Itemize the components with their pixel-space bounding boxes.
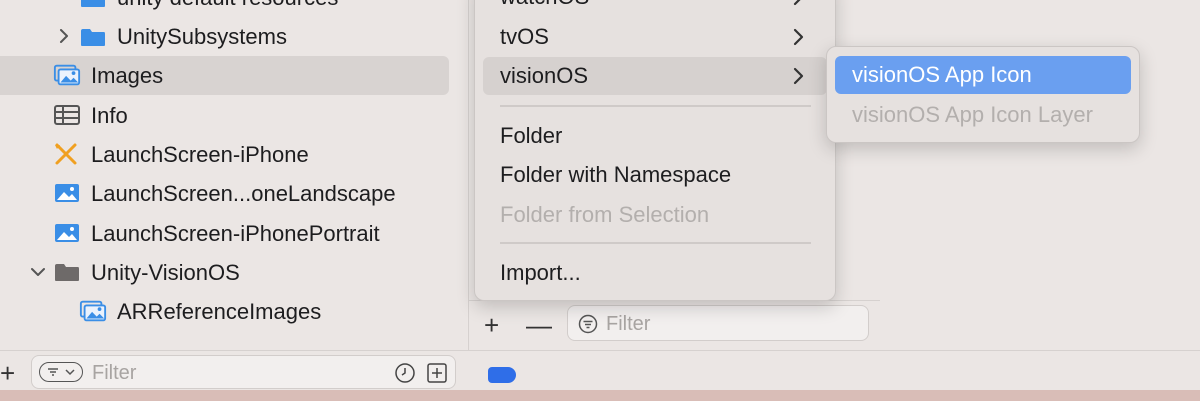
- navigator-row-label: LaunchScreen-iPhone: [91, 142, 309, 167]
- navigator-row-label: ARReferenceImages: [117, 299, 322, 324]
- navigator-row-unitysubsystems[interactable]: UnitySubsystems: [0, 17, 467, 56]
- navigator-row-label: Images: [91, 63, 164, 88]
- add-asset-button[interactable]: +: [484, 312, 506, 338]
- project-navigator: unity default resources UnitySubsystems …: [0, 0, 467, 350]
- image-set-icon: [79, 300, 107, 322]
- chevron-right-icon[interactable]: [57, 29, 71, 43]
- navigator-row-unity-visionos[interactable]: Unity-VisionOS: [0, 253, 467, 292]
- chevron-right-icon: [791, 28, 805, 46]
- add-file-button[interactable]: +: [0, 360, 22, 386]
- menu-item-folder-from-selection: Folder from Selection: [500, 202, 710, 227]
- recent-files-icon[interactable]: [394, 362, 416, 384]
- folder-icon: [79, 26, 107, 48]
- image-icon: [53, 182, 81, 204]
- chevron-right-icon: [791, 67, 805, 85]
- menu-separator: [500, 105, 811, 107]
- navigator-row-arreferenceimages[interactable]: ARReferenceImages: [0, 292, 467, 331]
- asset-filter-field[interactable]: Filter: [567, 305, 869, 341]
- menu-item-folder[interactable]: Folder: [483, 117, 827, 155]
- menu-item-import[interactable]: Import...: [483, 254, 827, 292]
- navigator-row-launchscreen-iphone[interactable]: LaunchScreen-iPhone: [0, 135, 467, 174]
- navigator-row-label: Info: [91, 103, 128, 128]
- remove-asset-button[interactable]: —: [526, 312, 552, 338]
- navigator-row-label: LaunchScreen-iPhonePortrait: [91, 221, 380, 246]
- submenu-item-visionos-app-icon[interactable]: visionOS App Icon: [835, 56, 1131, 94]
- folder-icon: [53, 261, 81, 283]
- navigator-row-label: Unity-VisionOS: [91, 260, 240, 285]
- navigator-row-launchscreen-portrait[interactable]: LaunchScreen-iPhonePortrait: [0, 214, 467, 253]
- window-edge: [0, 390, 1200, 401]
- submenu-item-visionos-app-icon-layer: visionOS App Icon Layer: [852, 102, 1093, 127]
- status-tag-icon: [488, 367, 516, 383]
- navigator-row-info[interactable]: Info: [0, 96, 467, 135]
- folder-icon: [79, 0, 107, 9]
- chevron-right-icon: [791, 0, 805, 6]
- navigator-row-label: LaunchScreen...oneLandscape: [91, 181, 396, 206]
- chevron-down-icon[interactable]: [31, 265, 45, 279]
- menu-item-visionos[interactable]: visionOS: [483, 57, 827, 95]
- image-set-icon: [53, 64, 81, 86]
- image-icon: [53, 222, 81, 244]
- filter-placeholder: Filter: [92, 362, 137, 384]
- storyboard-icon: [53, 143, 81, 165]
- menu-item-watchos[interactable]: watchOS: [483, 0, 827, 16]
- menu-item-folder-with-namespace[interactable]: Folder with Namespace: [483, 156, 827, 194]
- filter-icon: [578, 314, 598, 334]
- navigator-row-launchscreen-landscape[interactable]: LaunchScreen...oneLandscape: [0, 174, 467, 213]
- new-item-menu: watchOS tvOS visionOS Folder Folder with…: [474, 0, 836, 301]
- filter-options-icon[interactable]: [39, 362, 83, 382]
- plist-icon: [53, 104, 81, 126]
- navigator-row-label: unity default resources: [117, 0, 338, 11]
- visionos-submenu: visionOS App Icon visionOS App Icon Laye…: [826, 46, 1140, 143]
- navigator-row-label: UnitySubsystems: [117, 24, 287, 49]
- menu-separator: [500, 242, 811, 244]
- navigator-filter-field[interactable]: Filter: [31, 355, 456, 389]
- filter-placeholder: Filter: [606, 313, 651, 335]
- navigator-row-unity-default-resources[interactable]: unity default resources: [0, 0, 467, 17]
- navigator-row-images[interactable]: Images: [0, 56, 467, 95]
- source-control-filter-icon[interactable]: [426, 362, 448, 384]
- menu-item-tvos[interactable]: tvOS: [483, 18, 827, 56]
